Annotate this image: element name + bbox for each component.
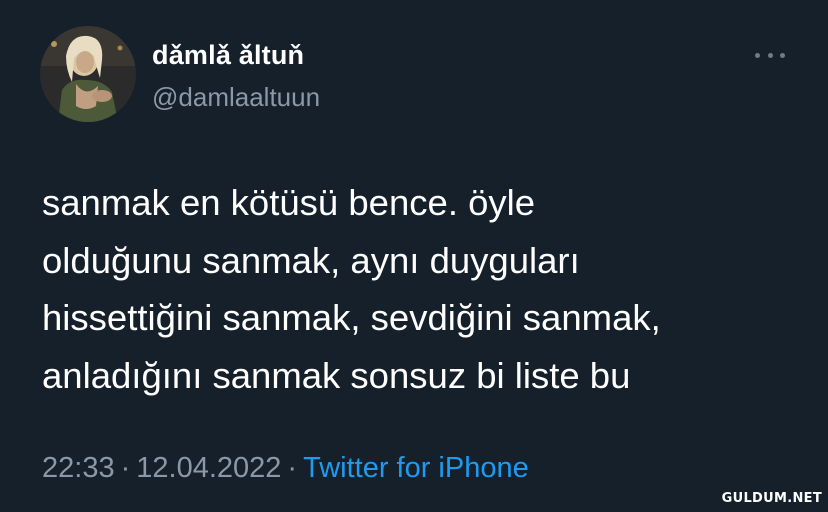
tweet-card: dǎmlǎ ǎltuň @damlaaltuun sanmak en kötüs… — [0, 0, 828, 512]
tweet-date[interactable]: 12.04.2022 — [136, 452, 281, 484]
user-handle[interactable]: @damlaaltuun — [152, 82, 320, 113]
watermark: GULDUM.NET — [721, 491, 822, 506]
tweet-text-line: anladığını sanmak sonsuz bi liste bu — [42, 354, 631, 396]
tweet-meta: 22:33 · 12.04.2022 · Twitter for iPhone — [42, 452, 529, 485]
tweet-text: sanmak en kötüsü bence. öyle olduğunu sa… — [42, 174, 812, 404]
profile-photo-icon — [40, 26, 136, 122]
meta-separator: · — [287, 452, 298, 484]
dot — [767, 52, 773, 58]
tweet-text-line: olduğunu sanmak, aynı duyguları — [42, 239, 580, 281]
tweet-time[interactable]: 22:33 — [42, 452, 115, 484]
more-options-icon[interactable] — [752, 44, 788, 66]
avatar[interactable] — [40, 26, 136, 122]
tweet-text-line: hissettiğini sanmak, sevdiğini sanmak, — [42, 297, 661, 338]
tweet-source-link[interactable]: Twitter for iPhone — [303, 452, 529, 484]
dot — [780, 52, 785, 58]
meta-separator: · — [120, 452, 131, 484]
tweet-text-line: sanmak en kötüsü bence. öyle — [42, 182, 536, 223]
dot — [755, 52, 760, 58]
display-name[interactable]: dǎmlǎ ǎltuň — [152, 40, 304, 71]
